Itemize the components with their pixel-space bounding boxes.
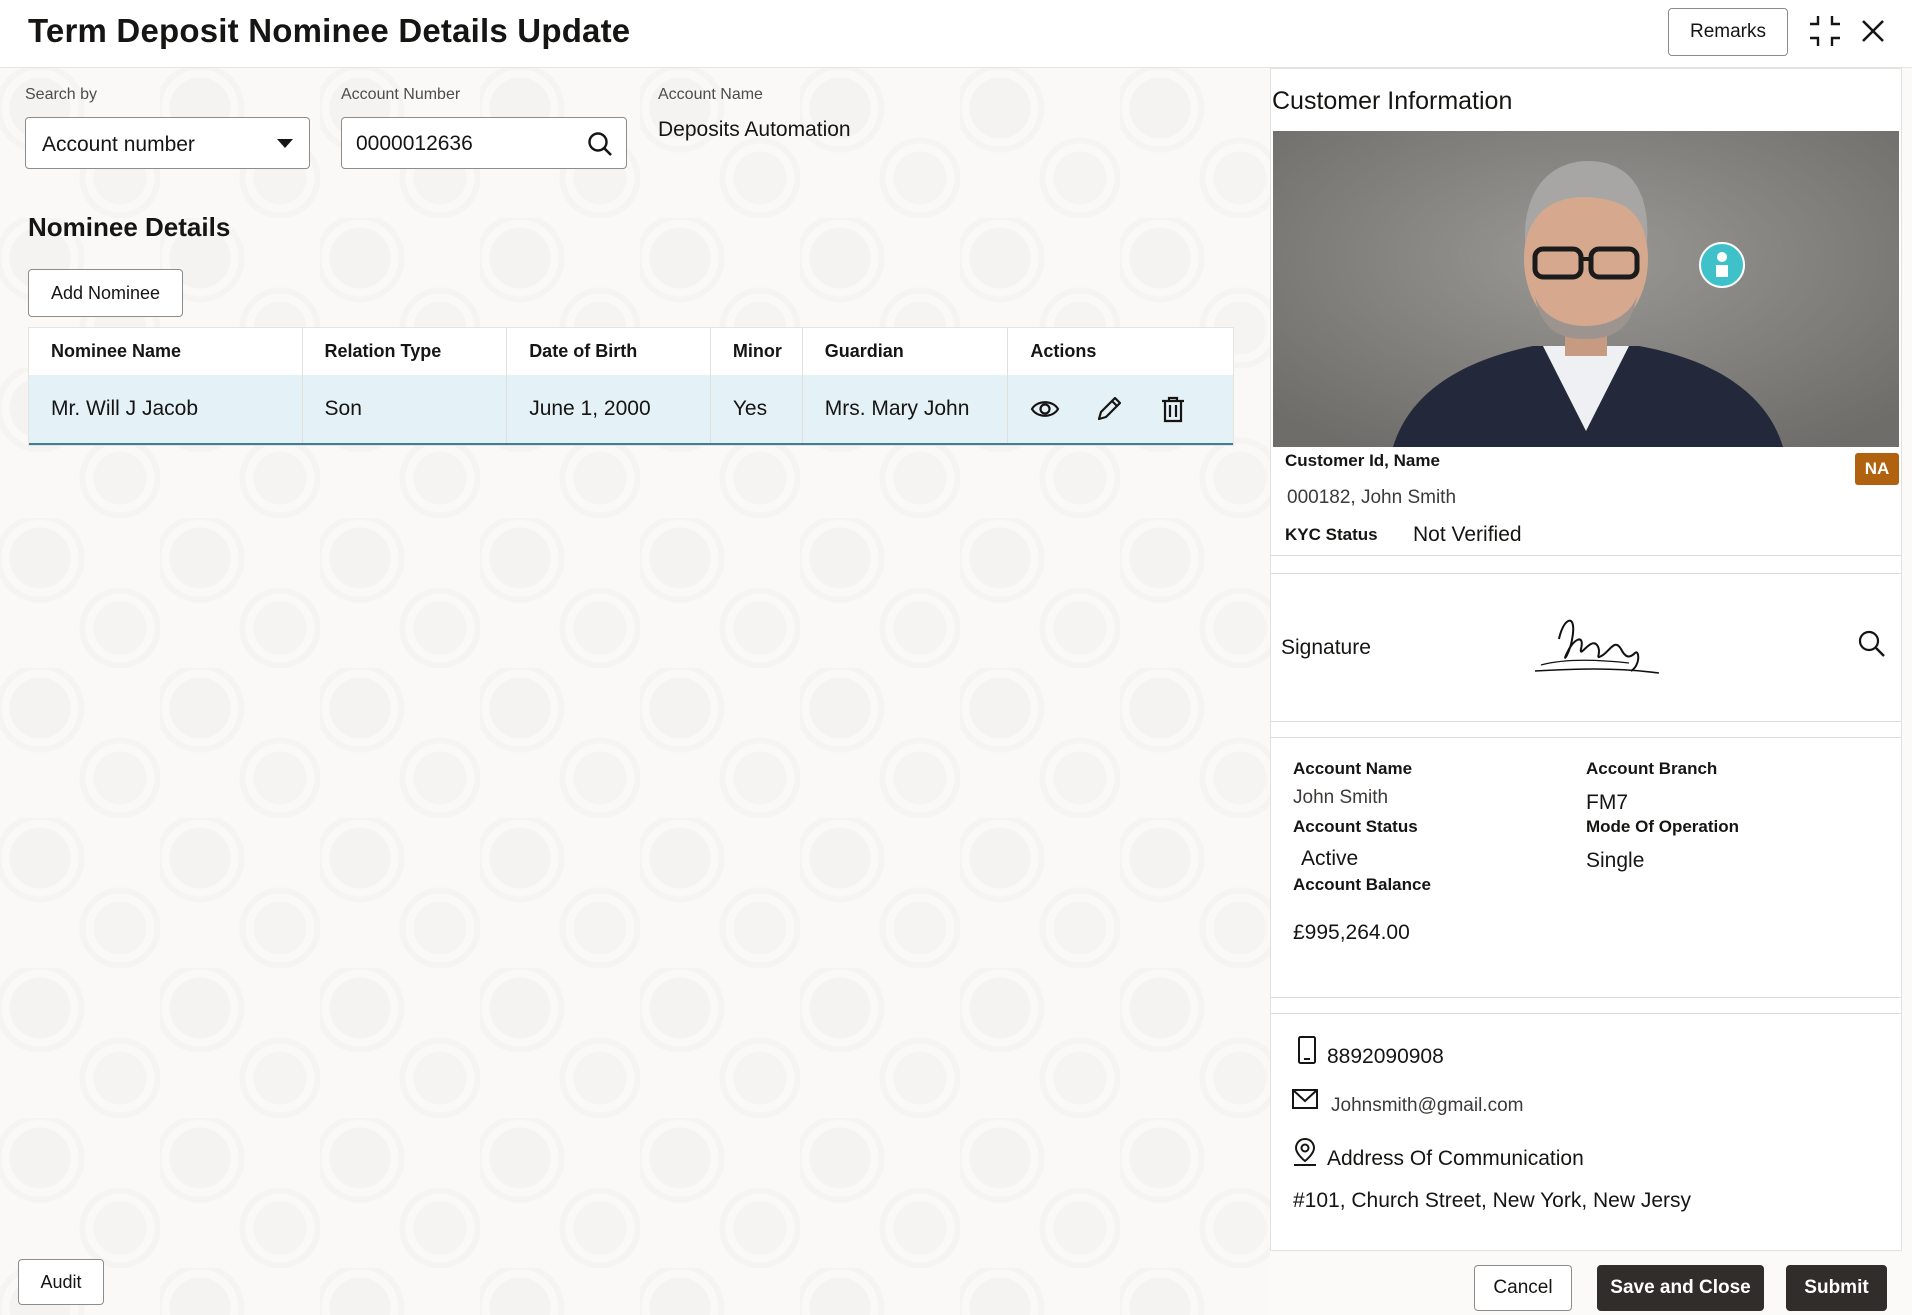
- nominee-table: Nominee Name Relation Type Date of Birth…: [28, 327, 1234, 446]
- divider: [1271, 721, 1901, 722]
- minor-cell: Yes: [711, 375, 803, 443]
- account-name-label: Account Name: [658, 86, 763, 103]
- table-row[interactable]: Mr. Will J Jacob Son June 1, 2000 Yes Mr…: [29, 375, 1233, 445]
- email-address[interactable]: Johnsmith@gmail.com: [1331, 1095, 1523, 1117]
- collapse-icon[interactable]: [1808, 14, 1842, 48]
- pencil-icon[interactable]: [1094, 394, 1124, 424]
- account-number-field[interactable]: [341, 117, 627, 169]
- column-header-guardian: Guardian: [803, 328, 1009, 375]
- address-label: Address Of Communication: [1327, 1147, 1584, 1170]
- column-header-relation-type: Relation Type: [303, 328, 508, 375]
- page-title: Term Deposit Nominee Details Update: [28, 12, 631, 49]
- mode-of-operation-label: Mode Of Operation: [1586, 817, 1739, 836]
- nominee-name-cell: Mr. Will J Jacob: [29, 375, 303, 443]
- cancel-button[interactable]: Cancel: [1474, 1265, 1572, 1311]
- chevron-down-icon: [277, 139, 293, 148]
- actions-cell: [1008, 375, 1233, 443]
- kyc-status-value: Not Verified: [1413, 523, 1522, 546]
- eye-icon[interactable]: [1030, 394, 1060, 424]
- customer-info-title: Customer Information: [1272, 87, 1513, 115]
- table-header-row: Nominee Name Relation Type Date of Birth…: [29, 328, 1233, 375]
- customer-id-name-value: 000182, John Smith: [1287, 487, 1457, 508]
- account-name-value: Deposits Automation: [658, 118, 851, 141]
- location-pin-icon: [1294, 1137, 1316, 1166]
- close-icon[interactable]: [1856, 14, 1890, 48]
- divider: [1271, 573, 1901, 574]
- trash-icon[interactable]: [1158, 394, 1188, 424]
- search-by-value: Account number: [42, 133, 195, 156]
- account-balance-label: Account Balance: [1293, 875, 1431, 894]
- column-header-minor: Minor: [711, 328, 803, 375]
- mail-icon: [1292, 1089, 1318, 1109]
- phone-icon: [1298, 1036, 1316, 1064]
- column-header-nominee-name: Nominee Name: [29, 328, 303, 375]
- status-badge: NA: [1855, 453, 1899, 485]
- signature-label: Signature: [1281, 636, 1371, 659]
- submit-button[interactable]: Submit: [1786, 1265, 1887, 1311]
- account-number-label: Account Number: [341, 86, 461, 103]
- divider: [1271, 1013, 1901, 1014]
- account-name-value: John Smith: [1293, 787, 1389, 808]
- kyc-status-label: KYC Status: [1285, 525, 1378, 544]
- account-status-label: Account Status: [1293, 817, 1418, 836]
- header-bar: Term Deposit Nominee Details Update Rema…: [0, 0, 1912, 68]
- audit-button[interactable]: Audit: [18, 1259, 104, 1305]
- customer-id-name-label: Customer Id, Name: [1285, 451, 1440, 470]
- main-content: Search by Account number Account Number …: [0, 68, 1270, 1315]
- phone-number[interactable]: 8892090908: [1327, 1045, 1444, 1069]
- search-by-select[interactable]: Account number: [25, 117, 310, 169]
- save-and-close-button[interactable]: Save and Close: [1597, 1265, 1764, 1311]
- account-number-input[interactable]: [356, 130, 576, 158]
- account-balance-value: £995,264.00: [1293, 921, 1410, 944]
- account-branch-value: FM7: [1586, 791, 1628, 814]
- column-header-date-of-birth: Date of Birth: [507, 328, 711, 375]
- search-by-label: Search by: [25, 86, 98, 103]
- divider: [1271, 997, 1901, 998]
- search-icon[interactable]: [586, 130, 614, 158]
- remarks-button[interactable]: Remarks: [1668, 8, 1788, 56]
- signature-image: [1534, 619, 1660, 674]
- account-name-label: Account Name: [1293, 759, 1413, 778]
- nominee-section-title: Nominee Details: [28, 212, 231, 242]
- mode-of-operation-value: Single: [1586, 849, 1645, 872]
- account-status-value: Active: [1301, 847, 1359, 870]
- date-of-birth-cell: June 1, 2000: [507, 375, 711, 443]
- divider: [1271, 737, 1901, 738]
- add-nominee-button[interactable]: Add Nominee: [28, 269, 183, 317]
- account-branch-label: Account Branch: [1586, 759, 1718, 778]
- relation-type-cell: Son: [303, 375, 508, 443]
- column-header-actions: Actions: [1030, 341, 1097, 361]
- customer-photo: [1273, 131, 1899, 447]
- guardian-cell: Mrs. Mary John: [803, 375, 1009, 443]
- search-icon[interactable]: [1857, 629, 1887, 659]
- customer-information-panel: Customer Information NA Customer Id, Nam…: [1270, 68, 1902, 1251]
- address-value: #101, Church Street, New York, New Jersy: [1293, 1189, 1692, 1212]
- divider: [1271, 555, 1901, 556]
